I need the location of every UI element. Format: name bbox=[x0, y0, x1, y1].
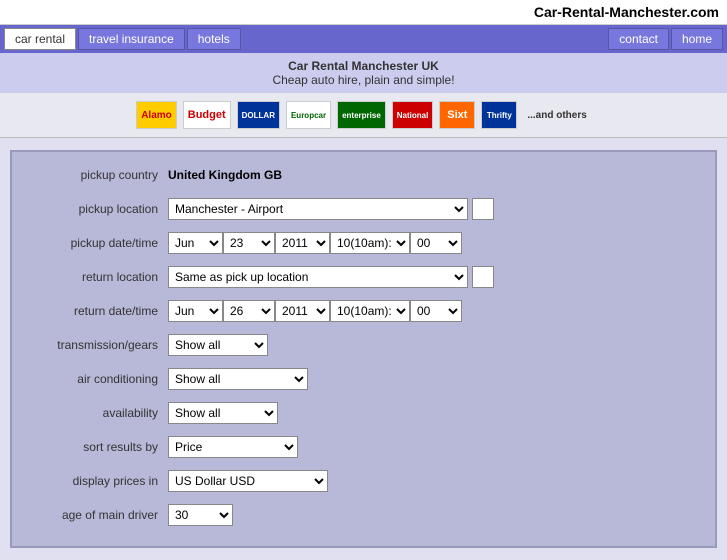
nav-hotels[interactable]: hotels bbox=[187, 28, 241, 50]
logo-alamo: Alamo bbox=[136, 101, 177, 129]
age-select[interactable]: 30 bbox=[168, 504, 233, 526]
return-location-row: return location Same as pick up location bbox=[28, 264, 699, 290]
transmission-label: transmission/gears bbox=[28, 338, 168, 352]
transmission-select[interactable]: Show all bbox=[168, 334, 268, 356]
pickup-datetime-label: pickup date/time bbox=[28, 236, 168, 250]
sort-select[interactable]: Price bbox=[168, 436, 298, 458]
sort-row: sort results by Price bbox=[28, 434, 699, 460]
return-location-info-button[interactable] bbox=[472, 266, 494, 288]
pickup-hour-select[interactable]: 10(10am): bbox=[330, 232, 410, 254]
nav-right: contact home bbox=[608, 28, 723, 50]
logo-others: ...and others bbox=[523, 101, 590, 129]
nav-home[interactable]: home bbox=[671, 28, 723, 50]
logo-budget: Budget bbox=[183, 101, 231, 129]
currency-row: display prices in US Dollar USD bbox=[28, 468, 699, 494]
availability-select[interactable]: Show all bbox=[168, 402, 278, 424]
tagline-bar: Car Rental Manchester UK Cheap auto hire… bbox=[0, 53, 727, 93]
aircon-label: air conditioning bbox=[28, 372, 168, 386]
nav-travel-insurance[interactable]: travel insurance bbox=[78, 28, 185, 50]
tagline-line1: Car Rental Manchester UK bbox=[0, 59, 727, 73]
logo-sixt: Sixt bbox=[439, 101, 475, 129]
currency-select[interactable]: US Dollar USD bbox=[168, 470, 328, 492]
pickup-country-label: pickup country bbox=[28, 168, 168, 182]
site-header: Car-Rental-Manchester.com bbox=[0, 0, 727, 25]
pickup-country-row: pickup country United Kingdom GB bbox=[28, 162, 699, 188]
sort-label: sort results by bbox=[28, 440, 168, 454]
currency-label: display prices in bbox=[28, 474, 168, 488]
tagline-line2: Cheap auto hire, plain and simple! bbox=[0, 73, 727, 87]
return-datetime-row: return date/time Jun 26 2011 10(10am): 0… bbox=[28, 298, 699, 324]
pickup-month-select[interactable]: Jun bbox=[168, 232, 223, 254]
logos-bar: Alamo Budget DOLLAR Europcar enterprise … bbox=[0, 93, 727, 138]
logo-national: National bbox=[392, 101, 434, 129]
return-year-select[interactable]: 2011 bbox=[275, 300, 330, 322]
nav-contact[interactable]: contact bbox=[608, 28, 669, 50]
return-datetime-label: return date/time bbox=[28, 304, 168, 318]
aircon-row: air conditioning Show all bbox=[28, 366, 699, 392]
availability-label: availability bbox=[28, 406, 168, 420]
pickup-location-label: pickup location bbox=[28, 202, 168, 216]
pickup-location-info-button[interactable] bbox=[472, 198, 494, 220]
nav-left: car rental travel insurance hotels bbox=[4, 28, 241, 50]
return-min-select[interactable]: 00 bbox=[410, 300, 462, 322]
return-hour-select[interactable]: 10(10am): bbox=[330, 300, 410, 322]
logo-enterprise: enterprise bbox=[337, 101, 386, 129]
aircon-select[interactable]: Show all bbox=[168, 368, 308, 390]
nav-car-rental[interactable]: car rental bbox=[4, 28, 76, 50]
pickup-day-select[interactable]: 23 bbox=[223, 232, 275, 254]
availability-row: availability Show all bbox=[28, 400, 699, 426]
main-area: pickup country United Kingdom GB pickup … bbox=[0, 138, 727, 560]
logo-dollar: DOLLAR bbox=[237, 101, 280, 129]
logo-europcar: Europcar bbox=[286, 101, 331, 129]
pickup-year-select[interactable]: 2011 bbox=[275, 232, 330, 254]
logo-thrifty: Thrifty bbox=[481, 101, 517, 129]
return-day-select[interactable]: 26 bbox=[223, 300, 275, 322]
pickup-location-select[interactable]: Manchester - Airport bbox=[168, 198, 468, 220]
form-container: pickup country United Kingdom GB pickup … bbox=[10, 150, 717, 548]
return-location-label: return location bbox=[28, 270, 168, 284]
pickup-location-row: pickup location Manchester - Airport bbox=[28, 196, 699, 222]
site-title: Car-Rental-Manchester.com bbox=[534, 4, 719, 20]
nav-bar: car rental travel insurance hotels conta… bbox=[0, 25, 727, 53]
pickup-country-value: United Kingdom GB bbox=[168, 168, 282, 182]
pickup-datetime-row: pickup date/time Jun 23 2011 10(10am): 0… bbox=[28, 230, 699, 256]
return-location-select[interactable]: Same as pick up location bbox=[168, 266, 468, 288]
age-label: age of main driver bbox=[28, 508, 168, 522]
return-month-select[interactable]: Jun bbox=[168, 300, 223, 322]
transmission-row: transmission/gears Show all bbox=[28, 332, 699, 358]
pickup-min-select[interactable]: 00 bbox=[410, 232, 462, 254]
age-row: age of main driver 30 bbox=[28, 502, 699, 528]
